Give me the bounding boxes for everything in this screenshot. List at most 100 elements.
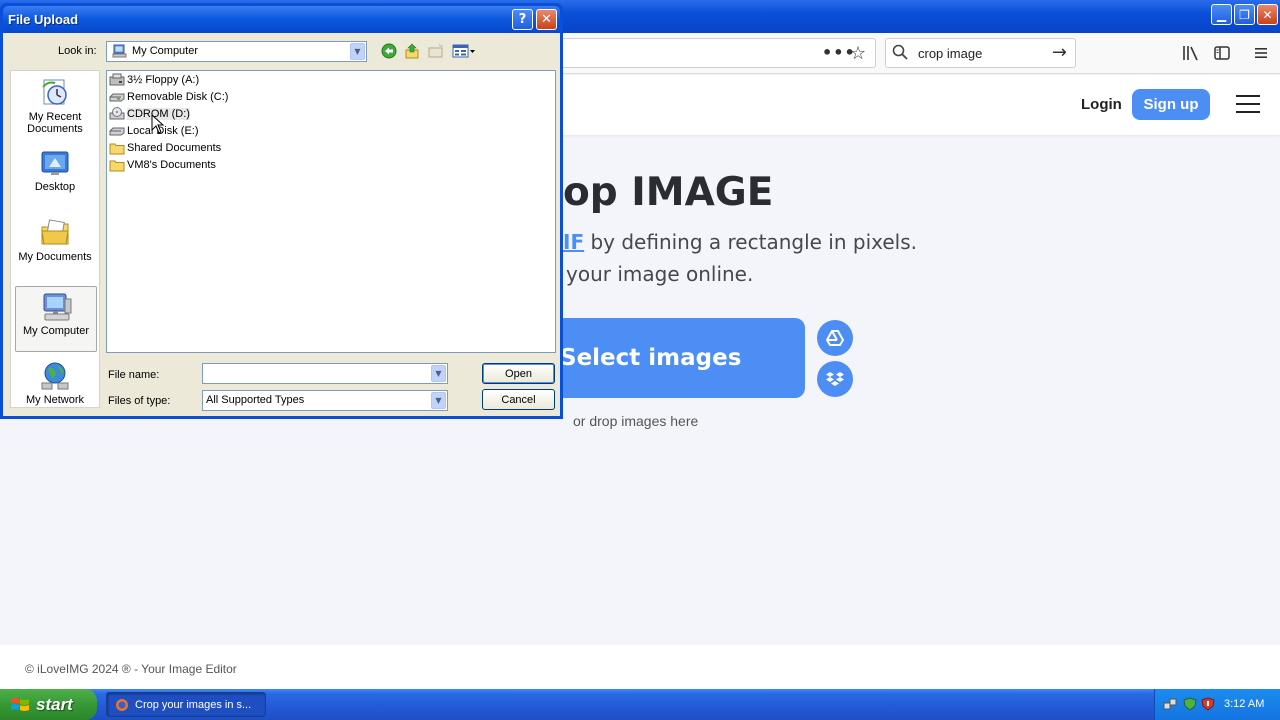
my-computer-small-icon bbox=[112, 44, 127, 58]
page-title: op IMAGE bbox=[563, 170, 774, 215]
place-label: My Computer bbox=[22, 325, 90, 337]
dialog-help-button[interactable]: ? bbox=[512, 9, 533, 30]
file-label: VM8's Documents bbox=[127, 159, 216, 171]
security-tray-icon[interactable] bbox=[1183, 697, 1197, 711]
file-list: 3½ Floppy (A:) Removable Disk (C:) CDROM… bbox=[106, 70, 556, 353]
format-link[interactable]: IF bbox=[563, 230, 584, 254]
page-subtitle-text: by defining a rectangle in pixels. bbox=[584, 230, 917, 254]
list-item-vm8-documents[interactable]: VM8's Documents bbox=[109, 157, 216, 173]
file-label: 3½ Floppy (A:) bbox=[127, 74, 200, 86]
recent-documents-icon bbox=[42, 79, 67, 105]
floppy-drive-icon bbox=[109, 73, 125, 86]
up-folder-button[interactable] bbox=[403, 42, 421, 60]
signup-button[interactable]: Sign up bbox=[1132, 89, 1210, 120]
my-documents-icon bbox=[41, 219, 69, 245]
file-name-input[interactable]: ▼ bbox=[202, 363, 448, 384]
mouse-cursor-icon bbox=[151, 114, 165, 134]
library-icon[interactable] bbox=[1182, 45, 1200, 61]
folder-icon bbox=[109, 160, 125, 172]
new-folder-icon bbox=[428, 43, 444, 58]
start-button[interactable]: start bbox=[0, 689, 97, 720]
page-subtitle-line2: your image online. bbox=[566, 262, 754, 286]
back-arrow-icon bbox=[381, 43, 397, 59]
bookmark-star-icon[interactable]: ☆ bbox=[850, 43, 866, 64]
place-my-documents[interactable]: My Documents bbox=[11, 217, 99, 263]
up-folder-icon bbox=[405, 43, 419, 59]
dialog-body: Look in: My Computer ▼ My Recent Documen… bbox=[3, 33, 560, 416]
place-label: My Documents bbox=[18, 251, 92, 263]
dialog-close-button[interactable]: ✕ bbox=[536, 9, 557, 30]
open-button[interactable]: Open bbox=[482, 363, 555, 384]
login-link[interactable]: Login bbox=[1081, 96, 1122, 113]
search-input[interactable]: crop image → bbox=[885, 38, 1076, 68]
dropbox-button[interactable] bbox=[817, 361, 853, 397]
file-upload-dialog: File Upload ? ✕ Look in: My Computer ▼ M… bbox=[0, 3, 563, 419]
file-label: Removable Disk (C:) bbox=[127, 91, 229, 103]
browser-close-button[interactable]: ✕ bbox=[1257, 4, 1278, 25]
site-footer: © iLoveIMG 2024 ® - Your Image Editor bbox=[0, 645, 1280, 689]
google-drive-button[interactable] bbox=[817, 320, 853, 356]
files-of-type-value: All Supported Types bbox=[206, 394, 305, 406]
views-menu-button[interactable] bbox=[451, 42, 477, 60]
dropbox-icon bbox=[826, 372, 844, 386]
place-my-computer[interactable]: My Computer bbox=[15, 286, 97, 352]
cdrom-drive-icon bbox=[109, 107, 125, 120]
browser-menu-icon[interactable] bbox=[1254, 46, 1268, 60]
firefox-icon bbox=[116, 698, 128, 711]
start-label: start bbox=[36, 694, 73, 714]
dialog-title: File Upload bbox=[8, 12, 79, 27]
removable-disk-icon bbox=[109, 93, 125, 102]
list-item-cdrom[interactable]: CDROM (D:) bbox=[109, 106, 190, 122]
places-bar: My Recent Documents Desktop My Documents bbox=[10, 70, 100, 408]
search-go-arrow-icon[interactable]: → bbox=[1052, 42, 1067, 63]
list-item-shared-documents[interactable]: Shared Documents bbox=[109, 140, 221, 156]
place-desktop[interactable]: Desktop bbox=[11, 147, 99, 193]
shield-tray-icon[interactable] bbox=[1201, 697, 1215, 711]
file-name-label: File name: bbox=[108, 369, 160, 381]
file-label: Shared Documents bbox=[127, 142, 222, 154]
windows-logo-icon bbox=[11, 697, 29, 711]
page-subtitle: IF by defining a rectangle in pixels. bbox=[563, 230, 917, 254]
network-tray-icon[interactable] bbox=[1163, 697, 1177, 711]
chevron-down-icon[interactable]: ▼ bbox=[350, 43, 365, 60]
restore-button[interactable]: ❐ bbox=[1234, 4, 1255, 25]
system-tray: 3:12 AM bbox=[1154, 689, 1280, 720]
minimize-button[interactable]: ▁ bbox=[1211, 4, 1232, 25]
look-in-label: Look in: bbox=[58, 45, 97, 57]
place-my-network[interactable]: My Network bbox=[11, 360, 99, 406]
look-in-dropdown[interactable]: My Computer ▼ bbox=[106, 41, 367, 62]
drop-hint: or drop images here bbox=[573, 413, 699, 429]
google-drive-icon bbox=[826, 330, 844, 346]
files-of-type-label: Files of type: bbox=[108, 395, 171, 407]
taskbar-item-label: Crop your images in s... bbox=[135, 698, 252, 711]
desktop-icon bbox=[41, 151, 69, 175]
search-query-text: crop image bbox=[918, 46, 983, 61]
files-of-type-dropdown[interactable]: All Supported Types ▼ bbox=[202, 390, 448, 411]
my-network-icon bbox=[41, 362, 69, 390]
sidebar-toggle-icon[interactable] bbox=[1214, 45, 1230, 61]
chevron-down-icon[interactable]: ▼ bbox=[431, 365, 446, 382]
cancel-button[interactable]: Cancel bbox=[482, 389, 555, 410]
dialog-titlebar[interactable]: File Upload ? ✕ bbox=[3, 6, 560, 33]
place-label: My Recent Documents bbox=[27, 111, 83, 135]
url-bar[interactable]: ••• ☆ bbox=[560, 38, 876, 68]
my-computer-icon bbox=[43, 293, 72, 321]
chevron-down-icon[interactable]: ▼ bbox=[431, 392, 446, 409]
look-in-value: My Computer bbox=[132, 45, 199, 57]
taskbar: start Crop your images in s... 3:12 AM bbox=[0, 689, 1280, 720]
footer-copyright: © iLoveIMG 2024 ® - Your Image Editor bbox=[25, 662, 237, 676]
taskbar-item-browser[interactable]: Crop your images in s... bbox=[106, 692, 266, 717]
list-item-floppy[interactable]: 3½ Floppy (A:) bbox=[109, 72, 199, 88]
views-icon bbox=[452, 44, 475, 58]
place-label: My Network bbox=[25, 394, 85, 406]
back-button[interactable] bbox=[380, 42, 398, 60]
folder-icon bbox=[109, 143, 125, 155]
search-icon bbox=[892, 44, 908, 60]
clock: 3:12 AM bbox=[1224, 698, 1265, 710]
place-recent-documents[interactable]: My Recent Documents bbox=[11, 77, 99, 135]
new-folder-button[interactable] bbox=[427, 42, 445, 60]
list-item-removable-disk[interactable]: Removable Disk (C:) bbox=[109, 89, 228, 105]
select-images-button[interactable]: Select images bbox=[540, 318, 805, 398]
place-label: Desktop bbox=[34, 181, 76, 193]
site-menu-icon[interactable] bbox=[1236, 95, 1260, 113]
